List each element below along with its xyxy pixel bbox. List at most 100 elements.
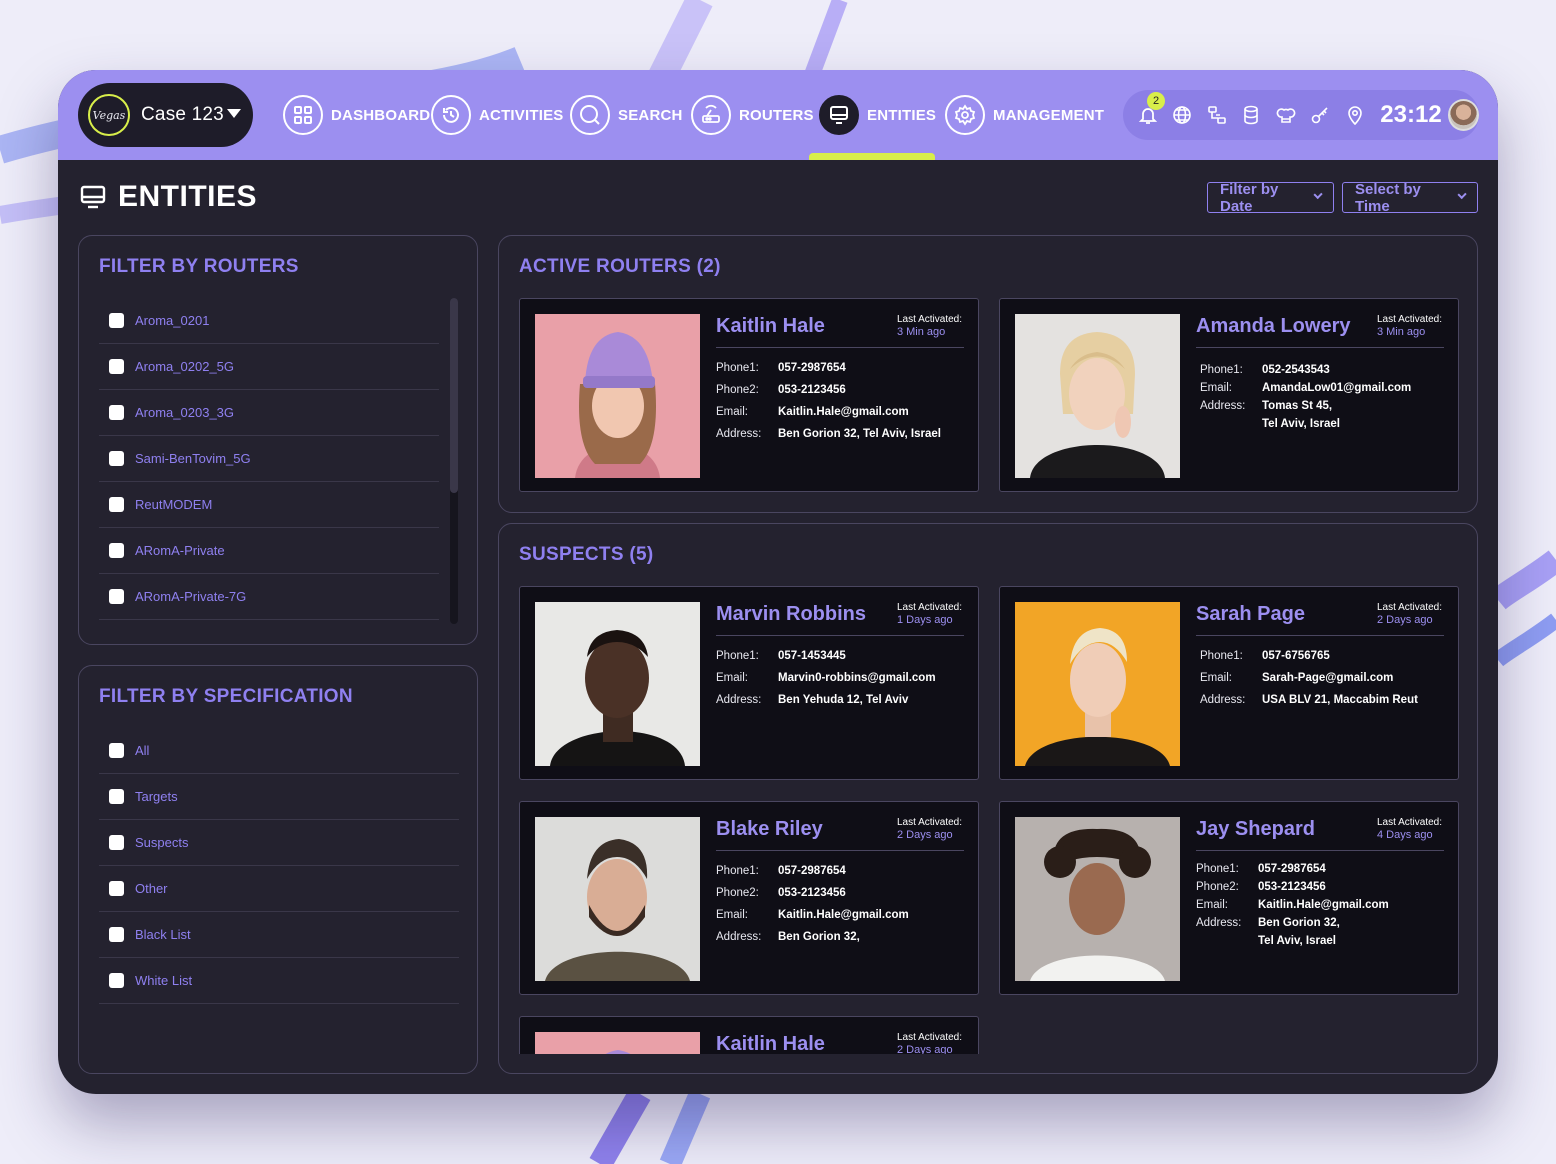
detail-value: Ben Yehuda 12, Tel Aviv [778, 694, 909, 706]
checkbox[interactable] [109, 543, 124, 558]
dropdown-label: Select by Time [1355, 180, 1421, 215]
checkbox[interactable] [109, 973, 124, 988]
entity-card[interactable]: Kaitlin Hale Last Activated: 2 Days ago [519, 1016, 979, 1054]
detail-value: 053-2123456 [778, 384, 846, 396]
spec-filter-item[interactable]: Suspects [99, 820, 459, 866]
chevron-down-icon [1313, 189, 1323, 200]
entity-name: Marvin Robbins [716, 603, 867, 625]
nav-search[interactable]: SEARCH [570, 94, 683, 136]
detail-value: Tel Aviv, Israel [1262, 418, 1340, 430]
spec-filter-item[interactable]: Other [99, 866, 459, 912]
monitor-icon [819, 95, 859, 135]
detail-key: Address: [716, 694, 762, 706]
detail-key: Phone1: [1196, 863, 1239, 875]
nav-routers[interactable]: ROUTERS [691, 94, 814, 136]
nav-label: ENTITIES [867, 106, 937, 124]
checkbox[interactable] [109, 451, 124, 466]
last-activated-value: 3 Min ago [1376, 326, 1426, 338]
router-filter-item[interactable]: Sami-BenTovim_5G [99, 436, 439, 482]
router-filter-item[interactable]: ARomA-Private [99, 528, 439, 574]
scrollbar-track[interactable] [450, 298, 458, 624]
network-icon[interactable] [1206, 104, 1227, 126]
checkbox-label: Aroma_0202_5G [135, 359, 235, 374]
entity-card[interactable]: Sarah Page Last Activated: 2 Days ago Ph… [999, 586, 1459, 780]
detail-value: Ben Gorion 32, [1258, 917, 1340, 929]
router-filter-item[interactable]: Aroma_0203_3G [99, 390, 439, 436]
router-filter-item[interactable]: Aroma_0201 [99, 298, 439, 344]
chef-hat-icon[interactable] [1275, 104, 1296, 126]
nav-label: ACTIVITIES [479, 106, 564, 124]
detail-value: USA BLV 21, Maccabim Reut [1262, 694, 1418, 706]
entity-card[interactable]: Jay Shepard Last Activated: 4 Days ago P… [999, 801, 1459, 995]
divider [716, 635, 964, 636]
divider [1196, 347, 1444, 348]
entity-card[interactable]: Amanda Lowery Last Activated: 3 Min ago … [999, 298, 1459, 492]
nav-dashboard[interactable]: DASHBOARD [283, 94, 430, 136]
app-window: Vegas Case 123 DASHBOARD ACTIVITIES SEAR… [58, 70, 1498, 1094]
database-icon[interactable] [1240, 104, 1261, 126]
page-title: ENTITIES [80, 180, 257, 214]
router-filter-item[interactable]: Aroma_0202_5G [99, 344, 439, 390]
entity-card[interactable]: Marvin Robbins Last Activated: 1 Days ag… [519, 586, 979, 780]
entity-photo [1015, 314, 1180, 478]
last-activated-label: Last Activated: [1376, 817, 1442, 828]
checkbox-label: Other [135, 881, 168, 896]
key-icon[interactable] [1309, 104, 1330, 126]
gear-icon [945, 95, 985, 135]
select-by-time-dropdown[interactable]: Select by Time [1342, 180, 1478, 215]
location-pin-icon[interactable] [1344, 104, 1365, 126]
spec-filter-item[interactable]: Targets [99, 774, 459, 820]
detail-key: Address: [716, 931, 762, 943]
checkbox[interactable] [109, 743, 124, 758]
spec-filter-item[interactable]: All [99, 728, 459, 774]
last-activated-label: Last Activated: [896, 1032, 962, 1043]
spec-filter-item[interactable]: Black List [99, 912, 459, 958]
checkbox[interactable] [109, 359, 124, 374]
checkbox[interactable] [109, 835, 124, 850]
checkbox[interactable] [109, 589, 124, 604]
detail-key: Email: [1200, 672, 1232, 684]
active-routers-panel: ACTIVE ROUTERS (2) Kaitlin Hale Last Act… [498, 235, 1478, 513]
checkbox-label: Suspects [135, 835, 189, 850]
detail-value: 052-2543543 [1262, 364, 1330, 376]
last-activated-label: Last Activated: [896, 817, 962, 828]
entity-card[interactable]: Kaitlin Hale Last Activated: 3 Min ago P… [519, 298, 979, 492]
case-selector[interactable]: Vegas Case 123 [78, 83, 253, 147]
globe-icon[interactable] [1171, 104, 1192, 126]
entity-name: Blake Riley [716, 818, 823, 840]
filter-by-date-dropdown[interactable]: Filter by Date [1207, 181, 1334, 215]
checkbox[interactable] [109, 405, 124, 420]
checkbox[interactable] [109, 881, 124, 896]
entity-card[interactable]: Blake Riley Last Activated: 2 Days ago P… [519, 801, 979, 995]
scrollbar-thumb[interactable] [450, 298, 458, 493]
detail-key: Phone2: [716, 384, 759, 396]
panel-title: FILTER BY ROUTERS [99, 256, 299, 277]
bell-icon[interactable]: 2 [1137, 92, 1165, 126]
spec-filter-item[interactable]: White List [99, 958, 459, 1004]
nav-label: DASHBOARD [331, 106, 431, 124]
user-avatar[interactable] [1447, 99, 1479, 131]
checkbox[interactable] [109, 927, 124, 942]
router-filter-item[interactable]: ReutMODEM [99, 482, 439, 528]
checkbox[interactable] [109, 789, 124, 804]
nav-entities[interactable]: ENTITIES [819, 94, 936, 136]
last-activated: Last Activated: 2 Days ago [897, 1031, 962, 1054]
filter-by-routers-panel: FILTER BY ROUTERS Aroma_0201 Aroma_0202_… [78, 235, 478, 645]
detail-key: Email: [716, 909, 748, 921]
router-icon [691, 95, 731, 135]
checkbox[interactable] [109, 313, 124, 328]
nav-label: SEARCH [618, 106, 683, 124]
entity-name: Sarah Page [1196, 603, 1305, 625]
entity-details: Phone1: 057-1453445 Email: Marvin0-robbins… [716, 645, 936, 711]
suspects-scroll-area[interactable]: Marvin Robbins Last Activated: 1 Days ag… [499, 524, 1477, 1054]
last-activated-label: Last Activated: [1376, 602, 1442, 613]
last-activated: Last Activated: 3 Min ago [1377, 313, 1442, 339]
nav-management[interactable]: MANAGEMENT [945, 94, 1104, 136]
checkbox[interactable] [109, 497, 124, 512]
detail-value: Sarah-Page@gmail.com [1262, 672, 1394, 684]
router-filter-item[interactable]: ARomA-Private-7G [99, 574, 439, 620]
page-title-text: ENTITIES [118, 180, 258, 213]
detail-key: Address: [1200, 400, 1246, 412]
nav-activities[interactable]: ACTIVITIES [431, 94, 564, 136]
detail-value: Kaitlin.Hale@gmail.com [778, 909, 909, 921]
